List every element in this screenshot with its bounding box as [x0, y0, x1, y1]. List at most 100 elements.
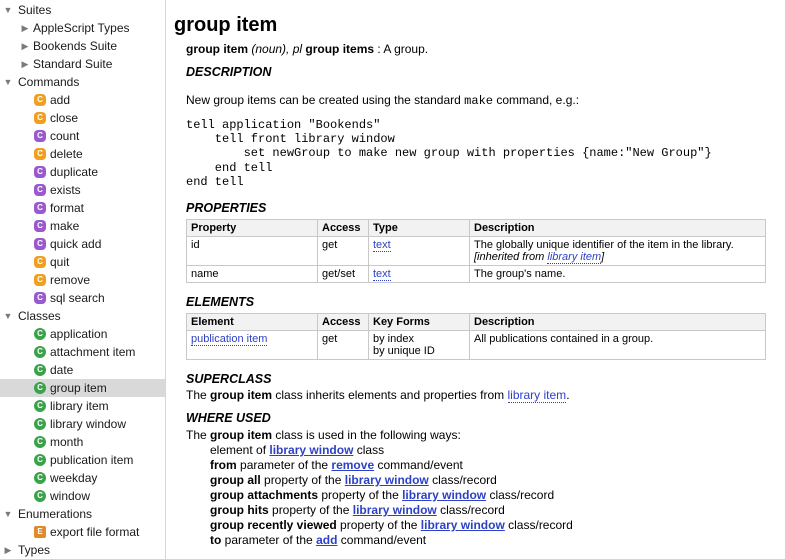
sidebar-item-class[interactable]: Cmonth [0, 433, 165, 451]
disclosure-open-icon[interactable]: ▼ [3, 73, 13, 91]
sidebar-item-label: quit [50, 255, 70, 269]
sidebar-item-command[interactable]: Cclose [0, 109, 165, 127]
where-used-link[interactable]: library window [345, 473, 429, 487]
class-icon: C [34, 418, 46, 430]
class-icon: C [34, 472, 46, 484]
table-header-row: Element Access Key Forms Description [186, 313, 766, 331]
term-description: : A group. [377, 42, 429, 56]
disclosure-closed-icon[interactable]: ▶ [3, 541, 13, 559]
sidebar-group-suites[interactable]: ▼ Suites [0, 1, 165, 19]
sidebar-item-label: add [50, 93, 71, 107]
property-access: get/set [317, 265, 369, 283]
sidebar-group-enumerations[interactable]: ▼ Enumerations [0, 505, 165, 523]
disclosure-closed-icon[interactable]: ▶ [20, 19, 30, 37]
column-header: Type [368, 219, 470, 237]
sidebar-item-class[interactable]: Cdate [0, 361, 165, 379]
sidebar-group-types[interactable]: ▶ Types [0, 541, 165, 559]
superclass-link[interactable]: library item [507, 388, 567, 403]
where-used-text: class [356, 443, 385, 457]
sidebar-item-class[interactable]: Cgroup item [0, 379, 165, 397]
where-used-link[interactable]: add [316, 533, 337, 547]
sidebar-item-standard-suite[interactable]: ▶ Standard Suite [0, 55, 165, 73]
where-used-link[interactable]: library window [421, 518, 505, 532]
page-title: group item [174, 14, 278, 36]
where-used-link[interactable]: library window [402, 488, 486, 502]
command-icon: C [34, 166, 46, 178]
sidebar-item-class[interactable]: Cpublication item [0, 451, 165, 469]
where-used-link[interactable]: library window [269, 443, 353, 457]
property-description: The group's name. [469, 265, 766, 283]
sidebar-item-label: quick add [50, 237, 102, 251]
command-icon: C [34, 202, 46, 214]
table-row: id get text The globally unique identifi… [186, 236, 766, 266]
sidebar-item-command[interactable]: Cquick add [0, 235, 165, 253]
table-header-row: Property Access Type Description [186, 219, 766, 237]
where-used-item: from parameter of the remove command/eve… [186, 458, 573, 473]
command-icon: C [34, 184, 46, 196]
where-used-text: property of the [264, 473, 342, 487]
sidebar-group-classes[interactable]: ▼ Classes [0, 307, 165, 325]
disclosure-closed-icon[interactable]: ▶ [20, 55, 30, 73]
where-used-link[interactable]: remove [331, 458, 374, 472]
sidebar-item-label: weekday [50, 471, 98, 485]
element-name: publication item [186, 330, 318, 360]
superclass-text: The group item class inherits elements a… [186, 388, 570, 403]
key-form: by index [373, 333, 414, 345]
sidebar-item-command[interactable]: Cquit [0, 253, 165, 271]
sidebar-item-class[interactable]: Clibrary item [0, 397, 165, 415]
where-used-text: property of the [340, 518, 418, 532]
sidebar-item-class[interactable]: Cwindow [0, 487, 165, 505]
sidebar-item-command[interactable]: Ccount [0, 127, 165, 145]
sidebar-item-command[interactable]: Cexists [0, 181, 165, 199]
sidebar-item-label: library item [50, 399, 109, 413]
sidebar-group-commands[interactable]: ▼ Commands [0, 73, 165, 91]
where-used-link[interactable]: library window [353, 503, 437, 517]
sidebar-item-label: date [50, 363, 74, 377]
sidebar-item-command[interactable]: Cformat [0, 199, 165, 217]
sidebar-item-command[interactable]: Cmake [0, 217, 165, 235]
command-icon: C [34, 292, 46, 304]
sidebar-item-class[interactable]: Capplication [0, 325, 165, 343]
disclosure-closed-icon[interactable]: ▶ [20, 37, 30, 55]
property-access: get [317, 236, 369, 266]
disclosure-open-icon[interactable]: ▼ [3, 505, 13, 523]
type-link[interactable]: text [373, 268, 391, 281]
sidebar-item-export-file-format[interactable]: E export file format [0, 523, 165, 541]
sidebar-item-command[interactable]: Cadd [0, 91, 165, 109]
where-used-text: class/record [432, 473, 497, 487]
sidebar-item-command[interactable]: Csql search [0, 289, 165, 307]
command-icon: C [34, 94, 46, 106]
sidebar-item-label: month [50, 435, 84, 449]
term-summary: group item (noun), pl group items : A gr… [186, 42, 428, 56]
sidebar-item-command[interactable]: Cduplicate [0, 163, 165, 181]
sidebar-item-command[interactable]: Cdelete [0, 145, 165, 163]
description-text-part: command, e.g.: [496, 93, 580, 107]
where-used-term: group hits [210, 503, 269, 517]
class-icon: C [34, 328, 46, 340]
disclosure-open-icon[interactable]: ▼ [3, 307, 13, 325]
where-used-item: group hits property of the library windo… [186, 503, 573, 518]
sidebar-item-label: Bookends Suite [33, 39, 118, 53]
where-used-intro-part: class is used in the following ways: [275, 428, 461, 442]
command-icon: C [34, 274, 46, 286]
elements-heading: ELEMENTS [186, 295, 255, 309]
command-icon: C [34, 220, 46, 232]
dictionary-sidebar: ▼ Suites ▶ AppleScript Types ▶ Bookends … [0, 0, 166, 559]
column-header: Property [186, 219, 318, 237]
where-used-item: group attachments property of the librar… [186, 488, 573, 503]
superclass-text-part: . [566, 388, 570, 402]
sidebar-item-applescript-types[interactable]: ▶ AppleScript Types [0, 19, 165, 37]
inherited-class-link[interactable]: library item [547, 251, 602, 264]
class-icon: C [34, 364, 46, 376]
where-used-term: from [210, 458, 237, 472]
where-used-list: The group item class is used in the foll… [186, 428, 573, 548]
sidebar-item-class[interactable]: Cattachment item [0, 343, 165, 361]
sidebar-group-label: Classes [18, 309, 61, 323]
element-link[interactable]: publication item [191, 333, 268, 346]
sidebar-item-class[interactable]: Cweekday [0, 469, 165, 487]
sidebar-item-class[interactable]: Clibrary window [0, 415, 165, 433]
type-link[interactable]: text [373, 239, 391, 252]
sidebar-item-bookends-suite[interactable]: ▶ Bookends Suite [0, 37, 165, 55]
sidebar-item-command[interactable]: Cremove [0, 271, 165, 289]
disclosure-open-icon[interactable]: ▼ [3, 1, 13, 19]
